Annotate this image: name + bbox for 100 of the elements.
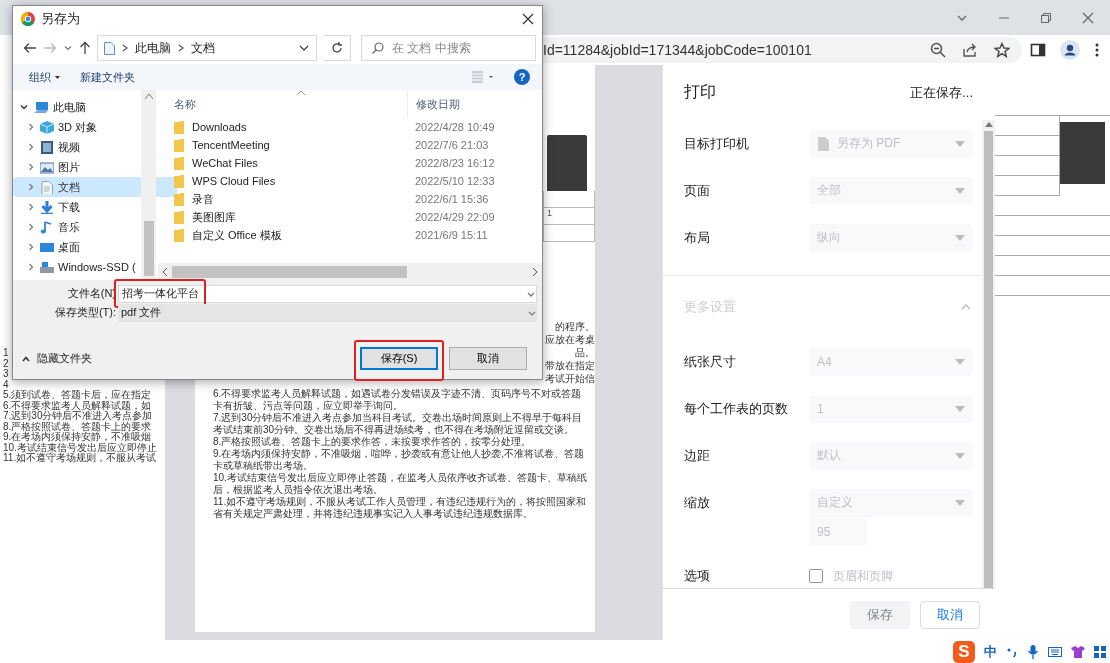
circle-logo-icon	[21, 12, 35, 26]
file-name[interactable]: WeChat Files	[158, 156, 407, 170]
rule-text: 11.如不遵守考场规则，不服从考试工作人员管理，有违纪违规行为的，将按照国家和省有关规定严肃处理，并将违纪违规事实记入人事考试违纪违规数据库。	[213, 496, 588, 520]
organize-menu[interactable]: 组织	[29, 69, 60, 85]
tree-item[interactable]: 音乐	[13, 217, 141, 237]
scroll-left-icon	[162, 267, 168, 276]
setting-label: 布局	[684, 228, 711, 247]
sidebar-icon[interactable]	[1030, 42, 1046, 58]
tree-item[interactable]: 图片	[13, 157, 141, 177]
dropdown: 默认	[809, 441, 973, 470]
rule-text: 10.考试结束信号发出后应立即停止答题，在监考人员依序收齐试卷、答题卡、草稿纸后，根据监考人员指令依次退出考场。	[213, 472, 588, 496]
folder-icon	[174, 138, 184, 152]
folder-icon	[174, 228, 184, 242]
column-header[interactable]: 名称	[158, 96, 407, 112]
computer-icon	[34, 100, 48, 114]
panel-title: 打印	[684, 82, 716, 102]
input-mode-toggle[interactable]: 中	[984, 642, 997, 661]
scroll-right-icon	[532, 267, 538, 276]
tree-item[interactable]: 此电脑	[13, 97, 141, 117]
rule-text: 10.考试结束信号发出后应立即停止	[3, 442, 157, 453]
help-button[interactable]: ?	[514, 69, 530, 85]
scale-field: 95	[809, 518, 867, 546]
hide-folders-toggle[interactable]: 隐藏文件夹	[21, 351, 92, 366]
tree-item[interactable]: 桌面	[13, 237, 141, 257]
chevron-right-icon	[121, 43, 129, 53]
scrollbar-thumb[interactable]	[143, 221, 154, 276]
save-button[interactable]: 保存(S)	[360, 347, 438, 370]
address-field[interactable]: 此电脑 文档	[97, 35, 317, 61]
setting-label: 选项	[684, 567, 711, 585]
file-name[interactable]: 自定义 Office 模板	[158, 227, 407, 243]
cancel-button[interactable]: 取消	[449, 347, 527, 370]
list-number: 3	[3, 369, 9, 380]
menu-icon[interactable]	[1094, 42, 1100, 58]
refresh-icon	[330, 42, 343, 54]
cancel-button[interactable]: 取消	[920, 600, 980, 629]
column-header[interactable]: 修改日期	[407, 90, 460, 118]
date-cell-text: 2022/4/28 10:49	[414, 121, 495, 133]
back-arrow-icon[interactable]	[23, 42, 37, 54]
setting-label: 缩放	[684, 493, 711, 512]
up-arrow-icon[interactable]	[79, 41, 91, 55]
caret-down-icon	[955, 140, 965, 147]
file-name[interactable]: Downloads	[158, 120, 407, 134]
rule-text: 品。	[575, 346, 595, 359]
zoom-out-icon[interactable]	[930, 42, 946, 58]
status-text: 正在保存...	[910, 83, 973, 102]
rule-text: 11.如不遵守考场规则，不服从考试	[3, 453, 157, 464]
chevron-right-icon	[177, 43, 185, 53]
profile-icon[interactable]	[1060, 40, 1080, 60]
rule-text: 8.严格按照试卷、答题卡上的要求	[3, 421, 152, 432]
grid-icon[interactable]	[1094, 645, 1106, 658]
rule-text: 的程序。	[555, 320, 595, 333]
table-cell	[995, 176, 1060, 196]
breadcrumb-item[interactable]: 此电脑	[135, 39, 171, 57]
list-number: 1	[3, 348, 9, 359]
tree-item[interactable]: 视频	[13, 137, 141, 157]
dialog-title: 另存为	[41, 10, 81, 28]
drive-icon	[40, 260, 54, 274]
scrollbar[interactable]	[982, 120, 995, 588]
file-name[interactable]: 美图图库	[158, 209, 407, 225]
search-field[interactable]: 在 文档 中搜索	[361, 35, 536, 61]
share-icon[interactable]	[962, 42, 978, 58]
date-cell-text: 2022/6/1 15:36	[414, 193, 489, 205]
file-name-field[interactable]: 招考一体化平台	[118, 284, 537, 303]
cube-icon	[40, 120, 54, 134]
rule-text: 9.在考场内须保持安静，不准吸烟，喧哗，抄袭或有意让他人抄袭,不准将试卷、答题卡或草稿纸带出考场。	[213, 448, 586, 472]
photo-placeholder	[1060, 122, 1105, 184]
breadcrumb-item[interactable]: 文档	[191, 39, 215, 57]
star-icon[interactable]	[994, 42, 1010, 58]
caret-down-icon	[955, 499, 965, 506]
film-icon	[40, 140, 54, 154]
monitor-icon	[40, 240, 54, 254]
rule-text: 5.须到试卷、答题卡后，应在指定	[3, 390, 152, 401]
field-label: 保存类型(T):	[53, 305, 117, 320]
scrollbar[interactable]	[141, 90, 156, 280]
rule-text: 6.不得要求监考人员解释试题，如遇试卷分发错误及字迹不清、页码序号不对或答题卡有折皱、污点等问题，应立即举手询问。	[213, 388, 583, 412]
scrollbar-thumb[interactable]	[984, 131, 993, 588]
folder-icon	[174, 156, 184, 170]
scroll-up-icon	[144, 94, 153, 99]
document-icon	[817, 136, 829, 151]
refresh-button[interactable]	[323, 35, 351, 61]
scrollbar-thumb[interactable]	[172, 265, 407, 278]
search-icon	[372, 42, 384, 54]
tree-item[interactable]: Windows-SSD (	[13, 257, 141, 277]
scrollbar[interactable]	[158, 263, 542, 280]
keyboard-icon[interactable]	[1048, 646, 1062, 657]
folder-icon	[174, 174, 184, 188]
shirt-icon[interactable]	[1071, 645, 1085, 658]
rule-text: 7.迟到30分钟后不准进入考点参加	[3, 411, 153, 422]
music-note-icon	[40, 220, 54, 234]
tree-item[interactable]: 下载	[13, 197, 141, 217]
restore-icon[interactable]	[1040, 11, 1052, 24]
photo-placeholder	[547, 135, 587, 191]
scroll-up-icon	[984, 122, 993, 127]
folder-icon	[174, 210, 184, 224]
file-type-dropdown[interactable]: pdf 文件	[118, 303, 537, 322]
file-name[interactable]: TencentMeeting	[158, 138, 407, 152]
tree-item[interactable]: 3D 对象	[13, 117, 141, 137]
microphone-icon[interactable]	[1027, 644, 1039, 659]
new-folder-button[interactable]: 新建文件夹	[80, 69, 135, 85]
close-icon[interactable]	[522, 13, 534, 25]
